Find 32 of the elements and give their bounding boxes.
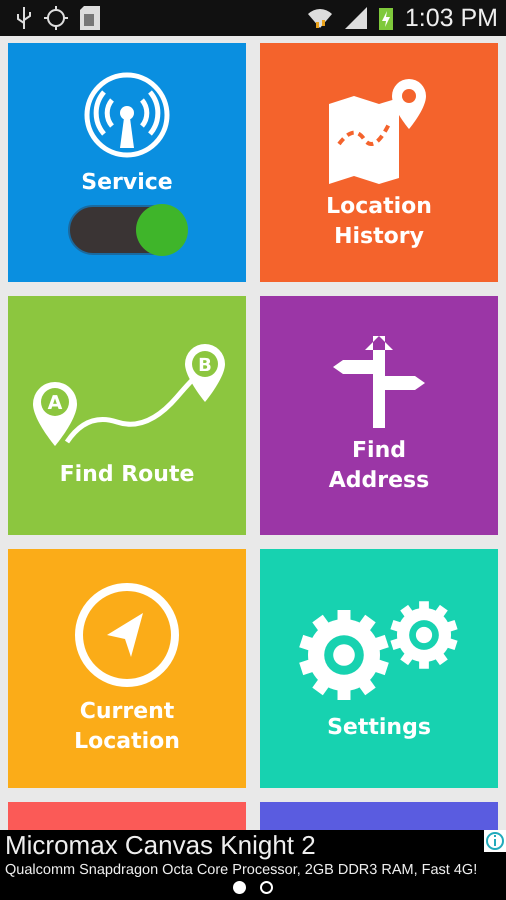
tile-label: Find Address bbox=[328, 436, 430, 494]
info-icon[interactable] bbox=[484, 830, 506, 852]
menu-tile[interactable]: Location History bbox=[260, 43, 498, 282]
tile-label: Find Route bbox=[58, 460, 196, 489]
antenna-icon bbox=[82, 70, 172, 160]
menu-tile[interactable]: A B Find Route bbox=[8, 296, 246, 535]
marker-label: A bbox=[48, 392, 62, 414]
signal-icon bbox=[344, 7, 367, 29]
menu-tile[interactable]: Settings bbox=[260, 549, 498, 788]
signpost-icon bbox=[331, 336, 427, 428]
tile-label: Current Location bbox=[73, 698, 181, 756]
menu-tile[interactable]: Find Address bbox=[260, 296, 498, 535]
menu-tile[interactable]: Current Location bbox=[8, 549, 246, 788]
menu-tile[interactable]: Service bbox=[8, 43, 246, 282]
ad-title[interactable]: Micromax Canvas Knight 2 bbox=[5, 830, 316, 860]
sd-card-icon bbox=[80, 6, 100, 30]
navigation-icon bbox=[73, 580, 181, 689]
map-pin-icon bbox=[185, 344, 225, 402]
marker-label: B bbox=[198, 354, 212, 376]
page-dot[interactable] bbox=[260, 881, 273, 894]
service-toggle[interactable] bbox=[68, 205, 186, 256]
usb-icon bbox=[16, 7, 32, 29]
status-time: 1:03 PM bbox=[404, 4, 498, 32]
map-pin-icon bbox=[33, 382, 77, 446]
wifi-icon bbox=[306, 6, 333, 30]
tile-label: Location History bbox=[325, 192, 433, 250]
battery-icon bbox=[378, 6, 393, 30]
ad-text: Qualcomm Snapdragon Octa Core Processor, 2GB DDR3 RAM, Fast 4G! bbox=[5, 861, 478, 880]
tile-label: Service bbox=[80, 168, 174, 197]
tile-label: Settings bbox=[326, 714, 432, 742]
page-dot[interactable] bbox=[233, 881, 246, 894]
gps-icon bbox=[44, 6, 68, 30]
